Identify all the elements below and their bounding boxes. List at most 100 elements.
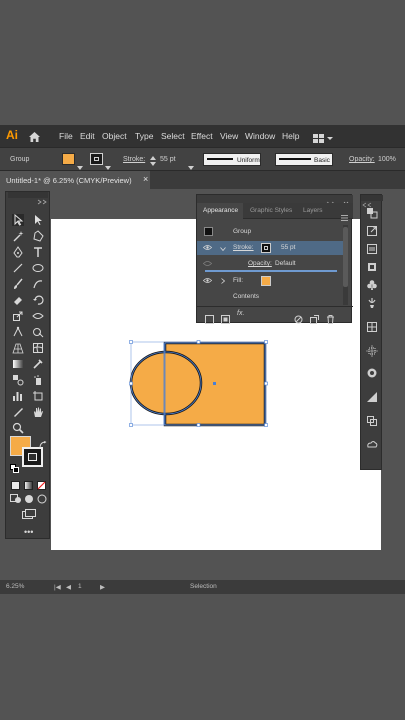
visibility-eye-icon[interactable] <box>202 244 213 253</box>
draw-inside-icon[interactable] <box>37 491 47 509</box>
panel-grip[interactable] <box>197 195 353 207</box>
toolbar-grip[interactable] <box>8 192 48 205</box>
add-new-fill-icon[interactable] <box>221 311 230 329</box>
scrollbar-thumb[interactable] <box>343 227 348 287</box>
panel-footer: fx. <box>197 306 353 324</box>
fill-row[interactable]: Fill: <box>197 274 345 288</box>
pathfinder-panel-icon[interactable] <box>366 415 378 427</box>
ellipse-tool-icon[interactable] <box>32 262 44 274</box>
first-page-icon[interactable]: |◀ <box>54 583 61 591</box>
align-panel-icon[interactable] <box>366 345 378 357</box>
opacity-row-value[interactable]: Default <box>275 260 296 267</box>
visibility-eye-icon[interactable] <box>202 260 213 269</box>
opacity-row-label[interactable]: Opacity: <box>248 260 272 267</box>
slice-tool-icon[interactable] <box>12 406 24 418</box>
swatches-panel-icon[interactable] <box>366 321 378 333</box>
delete-item-icon[interactable] <box>326 311 335 329</box>
width-tool-icon[interactable] <box>32 310 44 322</box>
scale-tool-icon[interactable] <box>12 310 24 322</box>
club-symbols-icon[interactable] <box>366 279 378 291</box>
bbox-handle-br[interactable] <box>264 423 268 427</box>
cc-libraries-icon[interactable] <box>366 243 378 255</box>
bbox-handle-tm[interactable] <box>196 340 201 344</box>
rotate-tool-icon[interactable] <box>32 294 44 306</box>
bbox-handle-tl[interactable] <box>129 340 133 344</box>
fx-button[interactable]: fx. <box>237 310 244 317</box>
selection-tool-icon[interactable] <box>12 214 24 226</box>
screen-mode-icon[interactable] <box>22 506 36 524</box>
tab-graphic-styles[interactable]: Graphic Styles <box>250 207 292 214</box>
visibility-eye-icon[interactable] <box>202 277 213 286</box>
stroke-row[interactable]: Stroke: 55 pt <box>197 241 345 255</box>
duplicate-item-icon[interactable] <box>310 311 319 329</box>
column-graph-tool-icon[interactable] <box>12 390 24 402</box>
current-tool-label: Selection <box>190 583 217 590</box>
hand-tool-icon[interactable] <box>32 406 44 418</box>
paintbrush-tool-icon[interactable] <box>12 278 24 290</box>
export-panel-icon[interactable] <box>366 225 378 237</box>
panel-scrollbar[interactable] <box>343 225 348 305</box>
appearance-panel: Appearance Graphic Styles Layers Group S… <box>196 194 353 324</box>
line-segment-tool-icon[interactable] <box>12 262 24 274</box>
tools-panel: ••• <box>5 191 50 539</box>
lasso-tool-icon[interactable] <box>32 230 44 242</box>
stroke-row-swatch[interactable] <box>261 243 271 253</box>
bbox-handle-bm[interactable] <box>196 423 201 427</box>
edit-toolbar-icon[interactable]: ••• <box>24 527 33 537</box>
stroke-panel-icon[interactable] <box>366 367 378 379</box>
eraser-tool-icon[interactable] <box>12 294 24 306</box>
zoom-level[interactable]: 6.25% <box>6 583 24 590</box>
group-row[interactable]: Group <box>197 225 345 239</box>
pen-tool-icon[interactable] <box>12 246 24 258</box>
panel-tabs: Appearance Graphic Styles Layers <box>197 203 353 221</box>
panel-menu-icon[interactable] <box>341 208 348 226</box>
stroke-row-label[interactable]: Stroke: <box>233 244 254 251</box>
page-number[interactable]: 1 <box>78 583 82 590</box>
expand-chevron-right-icon[interactable] <box>221 278 226 286</box>
gradient-panel-icon[interactable] <box>366 391 378 403</box>
shape-builder-tool-icon[interactable] <box>32 326 44 338</box>
fill-row-label: Fill: <box>233 277 244 284</box>
expand-chevron-down-icon[interactable] <box>220 246 226 253</box>
bbox-handle-bl[interactable] <box>129 423 133 427</box>
transform-panel-icon[interactable] <box>366 207 378 219</box>
bbox-handle-ml[interactable] <box>129 381 133 386</box>
default-fill-stroke-icon[interactable] <box>10 460 19 478</box>
magic-wand-tool-icon[interactable] <box>12 230 24 242</box>
bbox-handle-mr[interactable] <box>264 381 268 386</box>
type-tool-icon[interactable] <box>32 246 44 258</box>
zoom-tool-icon[interactable] <box>12 422 24 434</box>
group-label: Group <box>233 228 252 235</box>
brushes-panel-icon[interactable] <box>366 297 378 309</box>
gradient-tool-icon[interactable] <box>12 358 24 370</box>
prev-page-icon[interactable]: ◀ <box>66 583 71 591</box>
eyedropper-tool-icon[interactable] <box>32 358 44 370</box>
clear-appearance-icon[interactable] <box>294 311 303 329</box>
dock-grip[interactable] <box>361 195 383 208</box>
swap-fill-stroke-icon[interactable] <box>39 436 47 454</box>
tab-appearance[interactable]: Appearance <box>203 207 238 214</box>
contents-row[interactable]: Contents <box>197 291 345 303</box>
libraries-panel-icon[interactable] <box>366 261 378 273</box>
selected-group[interactable] <box>129 340 268 427</box>
center-point <box>213 382 216 385</box>
tab-layers[interactable]: Layers <box>303 207 323 214</box>
artwork-layer <box>129 340 268 427</box>
stroke-row-value[interactable]: 55 pt <box>281 244 295 251</box>
direct-selection-tool-icon[interactable] <box>32 214 44 226</box>
symbol-sprayer-tool-icon[interactable] <box>32 374 44 386</box>
creative-cloud-icon[interactable] <box>366 439 378 451</box>
opacity-row[interactable]: Opacity: Default <box>197 258 345 270</box>
blend-tool-icon[interactable] <box>12 374 24 386</box>
mesh-tool-icon[interactable] <box>32 342 44 354</box>
bbox-handle-tr[interactable] <box>264 340 268 344</box>
next-page-icon[interactable]: ▶ <box>100 583 105 591</box>
fill-row-swatch[interactable] <box>261 276 271 286</box>
shaper-tool-icon[interactable] <box>32 278 44 290</box>
puppet-warp-tool-icon[interactable] <box>12 326 24 338</box>
artboard-tool-icon[interactable] <box>32 390 44 402</box>
contents-label: Contents <box>233 293 260 300</box>
draw-mode-icon[interactable] <box>10 491 22 509</box>
add-new-stroke-icon[interactable] <box>205 311 214 329</box>
perspective-grid-tool-icon[interactable] <box>12 342 24 354</box>
